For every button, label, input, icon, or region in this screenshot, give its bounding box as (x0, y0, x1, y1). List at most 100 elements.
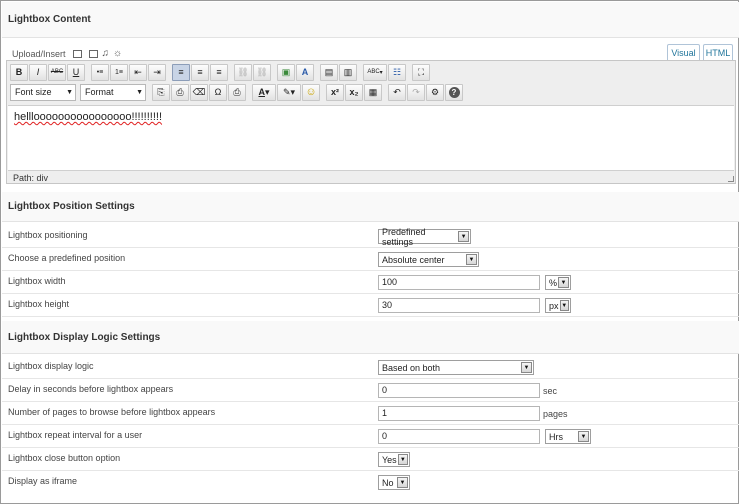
emoticon-icon[interactable]: ☺ (302, 83, 320, 101)
lightbox-height-input[interactable]: 30 (378, 298, 540, 313)
resize-handle-icon[interactable] (728, 176, 734, 182)
row-lightbox-width: Lightbox width 100 % ▼ (2, 271, 739, 294)
content-section-header: Lightbox Content (2, 2, 739, 38)
superscript-icon[interactable]: x² (326, 83, 344, 101)
editor-path-bar: Path: div (13, 173, 49, 183)
bold-button[interactable]: B (10, 63, 28, 81)
upload-insert-label: Upload/Insert (12, 48, 66, 59)
label-display-logic: Lightbox display logic (8, 361, 94, 371)
label-pages-to-browse: Number of pages to browse before lightbo… (8, 407, 216, 417)
page-break-icon[interactable]: ▥ (339, 63, 357, 81)
editor-text: hellloooooooooooooooo!!!!!!!!!! (14, 111, 163, 123)
logic-section-title: Lightbox Display Logic Settings (8, 332, 161, 343)
undo-icon[interactable]: ↶ (388, 83, 406, 101)
highlight-color-icon[interactable]: ✎ ▾ (277, 83, 301, 101)
fullscreen-icon[interactable]: ⛶ (412, 63, 430, 81)
rich-text-editor: B I ABC U •≡ 1≡ ⇤ ⇥ ≡ ≡ ≡ ⛓ ⛓ ▣ A ▤ ▥ AB… (6, 60, 736, 184)
position-section-title: Lightbox Position Settings (8, 201, 135, 212)
chevron-down-icon: ▼ (466, 254, 477, 265)
styles-icon[interactable]: A (296, 63, 314, 81)
outdent-icon[interactable]: ⇤ (129, 63, 147, 81)
row-predefined-position: Choose a predefined position Absolute ce… (2, 248, 739, 271)
paste-word-icon[interactable]: ⎙ (171, 83, 189, 101)
content-section-title: Lightbox Content (8, 14, 91, 25)
strikethrough-button[interactable]: ABC (48, 63, 66, 81)
print-icon[interactable]: ⎙ (228, 83, 246, 101)
row-close-button-option: Lightbox close button option Yes ▼ (2, 448, 739, 471)
label-display-as-iframe: Display as iframe (8, 476, 78, 486)
italic-button[interactable]: I (29, 63, 47, 81)
label-close-button-option: Lightbox close button option (8, 453, 121, 463)
label-lightbox-height: Lightbox height (8, 299, 70, 309)
row-repeat-interval: Lightbox repeat interval for a user 0 Hr… (2, 425, 739, 448)
spellcheck-icon[interactable]: ABC ▾ (363, 63, 387, 81)
row-display-as-iframe: Display as iframe No ▼ (2, 471, 739, 494)
label-repeat-interval: Lightbox repeat interval for a user (8, 430, 143, 440)
pages-to-browse-input[interactable]: 1 (378, 406, 540, 421)
logic-section-header: Lightbox Display Logic Settings (2, 321, 739, 354)
positioning-select[interactable]: Predefined settings ▼ (378, 227, 471, 247)
help-icon[interactable]: ? (445, 83, 463, 101)
delay-seconds-input[interactable]: 0 (378, 383, 540, 398)
row-pages-to-browse: Number of pages to browse before lightbo… (2, 402, 739, 425)
paste-text-icon[interactable]: ⎘ (152, 83, 170, 101)
row-lightbox-height: Lightbox height 30 px ▼ (2, 294, 739, 317)
settings-icon[interactable]: ⚙ (426, 83, 444, 101)
numbered-list-icon[interactable]: 1≡ (110, 63, 128, 81)
clear-formatting-icon[interactable]: ⌫ (190, 83, 208, 101)
chevron-down-icon: ▼ (397, 454, 408, 465)
indent-icon[interactable]: ⇥ (148, 63, 166, 81)
editor-content-area[interactable]: hellloooooooooooooooo!!!!!!!!!! (8, 105, 734, 171)
settings-panel: Lightbox Content Upload/Insert ♫ ☼ Visua… (0, 0, 739, 504)
chevron-down-icon: ▼ (458, 231, 469, 242)
text-color-icon[interactable]: A ▾ (252, 83, 276, 101)
width-unit-select[interactable]: % ▼ (545, 275, 571, 290)
editor-toolbar-row-2: Font size ▼ Format ▼ ⎘ ⎙ ⌫ Ω ⎙ A ▾ ✎ ▾ ☺ x² … (10, 82, 463, 102)
special-character-icon[interactable]: Ω (209, 83, 227, 101)
chevron-down-icon: ▼ (66, 88, 73, 96)
subscript-icon[interactable]: x₂ (345, 83, 363, 101)
label-delay-seconds: Delay in seconds before lightbox appears (8, 384, 174, 394)
insert-image-icon[interactable]: ▣ (277, 63, 295, 81)
align-left-icon[interactable]: ≡ (172, 63, 190, 81)
display-logic-select[interactable]: Based on both ▼ (378, 360, 534, 375)
row-lightbox-positioning: Lightbox positioning Predefined settings… (2, 225, 739, 248)
unlink-icon[interactable]: ⛓ (253, 63, 271, 81)
font-size-dropdown[interactable]: Font size ▼ (10, 83, 76, 101)
chevron-down-icon: ▼ (558, 277, 569, 288)
label-predefined-position: Choose a predefined position (8, 253, 126, 263)
link-icon[interactable]: ⛓ (234, 63, 252, 81)
bullet-list-icon[interactable]: •≡ (91, 63, 109, 81)
editor-toolbar-row-1: B I ABC U •≡ 1≡ ⇤ ⇥ ≡ ≡ ≡ ⛓ ⛓ ▣ A ▤ ▥ AB… (10, 62, 430, 82)
add-audio-icon[interactable]: ♫ (102, 48, 110, 59)
insert-more-icon[interactable]: ▤ (320, 63, 338, 81)
delay-unit-label: sec (543, 385, 558, 396)
chevron-down-icon: ▼ (521, 362, 532, 373)
repeat-interval-input[interactable]: 0 (378, 429, 540, 444)
add-media-icon[interactable]: ☼ (113, 48, 122, 59)
close-button-select[interactable]: Yes ▼ (378, 452, 410, 467)
find-replace-icon[interactable]: ☷ (388, 63, 406, 81)
chevron-down-icon: ▼ (559, 300, 569, 311)
underline-button[interactable]: U (67, 63, 85, 81)
insert-media-icon[interactable]: ▦ (364, 83, 382, 101)
align-right-icon[interactable]: ≡ (210, 63, 228, 81)
predefined-position-select[interactable]: Absolute center ▼ (378, 252, 479, 267)
row-display-logic: Lightbox display logic Based on both ▼ (2, 356, 739, 379)
add-image-icon[interactable] (72, 49, 82, 58)
add-video-icon[interactable] (88, 49, 98, 58)
height-unit-select[interactable]: px ▼ (545, 298, 571, 313)
iframe-select[interactable]: No ▼ (378, 475, 410, 490)
interval-unit-select[interactable]: Hrs ▼ (545, 429, 591, 444)
chevron-down-icon: ▼ (136, 88, 143, 96)
lightbox-width-input[interactable]: 100 (378, 275, 540, 290)
redo-icon[interactable]: ↷ (407, 83, 425, 101)
chevron-down-icon: ▼ (397, 477, 408, 488)
format-dropdown[interactable]: Format ▼ (80, 83, 146, 101)
label-lightbox-width: Lightbox width (8, 276, 66, 286)
position-section-header: Lightbox Position Settings (2, 192, 739, 222)
row-delay-seconds: Delay in seconds before lightbox appears… (2, 379, 739, 402)
align-center-icon[interactable]: ≡ (191, 63, 209, 81)
label-lightbox-positioning: Lightbox positioning (8, 230, 88, 240)
upload-insert: Upload/Insert ♫ ☼ (12, 48, 122, 59)
